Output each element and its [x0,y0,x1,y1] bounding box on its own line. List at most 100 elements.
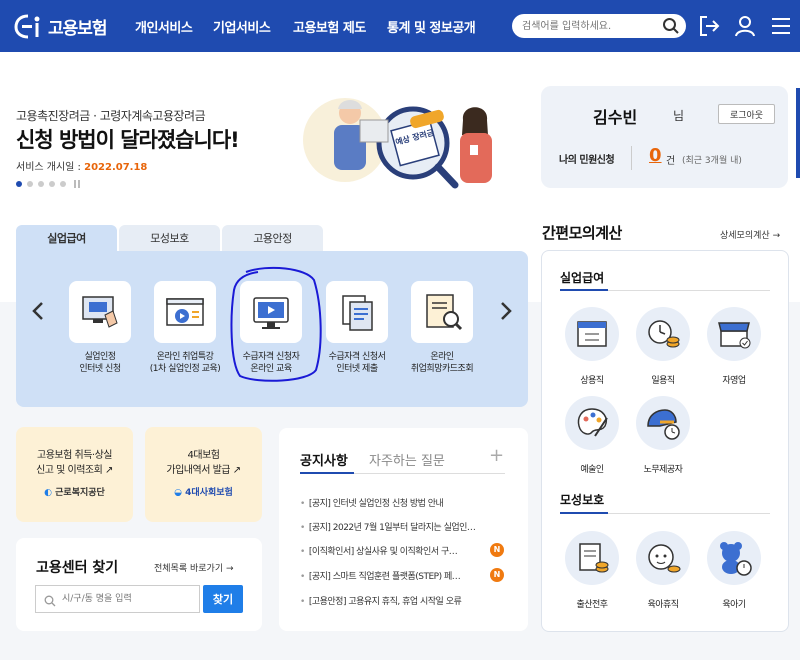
calc-item-label: 상용직 [580,376,604,386]
site-logo[interactable]: 고용보험 [14,12,114,40]
carousel-dot[interactable] [38,181,44,187]
finder-search-button[interactable]: 찾기 [203,585,243,613]
calc-title: 간편모의계산 [542,224,622,242]
new-badge: N [490,568,504,582]
hero-title[interactable]: 신청 방법이 달라졌습니다! [16,124,240,154]
notice-item[interactable]: • [이직확인서] 상실사유 및 이직확인서 구… [300,544,485,557]
search-input[interactable] [522,17,662,35]
finder-all-link[interactable]: 전체목록 바로가기 → [154,561,234,574]
palette-icon [565,396,619,450]
external-link-icon: ↗ [105,465,113,476]
external-link-icon: ↗ [232,465,241,476]
tab-maternity[interactable]: 모성보호 [119,225,220,252]
tab-unemployment[interactable]: 실업급여 [16,225,117,252]
center-finder: 고용센터 찾기 전체목록 바로가기 → 찾기 [16,538,262,631]
tab-notices[interactable]: 공지사항 [300,450,348,469]
carousel-dot[interactable] [49,181,55,187]
calc-detail-link[interactable]: 상세모의계산 → [720,228,780,241]
more-plus-icon[interactable]: + [489,445,504,466]
document-magnifier-icon [411,281,473,343]
calc-maternity-leave[interactable]: 출산전후 [562,531,622,610]
notice-board: 공지사항 자주하는 질문 + • [공지] 인터넷 실업인정 신청 방법 안내 •… [279,428,528,631]
service-application-submit[interactable]: 수급자격 신청서 인터넷 제출 [317,281,397,375]
calc-self-employed[interactable]: 자영업 [704,307,764,386]
quick-label: 고용보험 취득·상실 신고 및 이력조회 ↗ [36,450,113,476]
calc-regular-worker[interactable]: 상용직 [562,307,622,386]
service-online-lecture[interactable]: 온라인 취업특강 (1차 실업인정 교육) [145,281,225,375]
nav-statistics[interactable]: 통계 및 정보공개 [387,17,476,36]
calc-section-title: 실업급여 [560,271,605,285]
user-box: 김수빈 님 로그아웃 나의 민원신청 0 건 (최근 3개월 내) [541,86,788,188]
user-name: 김수빈 [593,108,638,127]
video-lecture-icon [154,281,216,343]
side-scroll-indicator [796,88,800,178]
quick-org-4insure: ◒ 4대사회보험 [174,488,233,498]
document-stack-icon [326,281,388,343]
service-label: 온라인 취업희망카드조회 [410,352,474,374]
calc-item-label: 자영업 [722,376,746,386]
calc-item-label: 육아기 [722,600,746,610]
logout-icon[interactable] [697,14,721,38]
quick-4-insurance-certificate[interactable]: 4대보험 가입내역서 발급 ↗ ◒ 4대사회보험 [145,427,262,522]
notice-item[interactable]: • [공지] 스마트 직업훈련 플랫폼(STEP) 페… [300,569,485,582]
service-unemployment-recognition[interactable]: 실업인정 인터넷 신청 [60,281,140,375]
hero-date: 2022.07.18 [84,162,148,173]
user-name-suffix: 님 [673,109,685,123]
my-applications-label: 나의 민원신청 [559,155,615,166]
carousel-pause-icon[interactable] [74,180,80,188]
tab-faq[interactable]: 자주하는 질문 [369,450,445,469]
calc-childcare-period[interactable]: 육아기 [704,531,764,610]
helmet-clock-icon [636,396,690,450]
calc-item-label: 노무제공자 [643,465,683,475]
tab-employment-stability[interactable]: 고용안정 [222,225,323,252]
top-header: 고용보험 개인서비스 기업서비스 고용보험 제도 통계 및 정보공개 [0,0,800,52]
carousel-dots [16,180,80,188]
service-job-card-inquiry[interactable]: 온라인 취업희망카드조회 [402,281,482,375]
arrow-right-icon: → [225,564,234,574]
my-applications-unit: 건 [666,156,676,167]
hero-illustration: 예상 장려금 [300,85,520,195]
new-badge: N [490,543,504,557]
clock-coins-icon [636,307,690,361]
nav-business[interactable]: 기업서비스 [213,17,271,36]
notice-item[interactable]: • [공지] 2022년 7월 1일부터 달라지는 실업인… [300,520,505,533]
monitor-hand-icon [69,281,131,343]
notice-item[interactable]: • [고용안정] 고용유지 휴직, 휴업 시작일 오류 [300,594,505,607]
nav-personal[interactable]: 개인서비스 [135,17,193,36]
shop-icon [707,307,761,361]
calc-daily-worker[interactable]: 일용직 [633,307,693,386]
carousel-dot[interactable] [27,181,33,187]
user-icon[interactable] [733,14,757,38]
calc-artist[interactable]: 예술인 [562,396,622,475]
my-applications-note: (최근 3개월 내) [682,156,742,166]
service-label: 온라인 취업특강 (1차 실업인정 교육) [149,352,221,374]
divider [631,146,632,170]
annotation-circle [228,266,324,384]
logout-button[interactable]: 로그아웃 [718,104,775,124]
menu-icon[interactable] [769,14,793,38]
prev-arrow-icon[interactable] [31,300,45,328]
logo-text: 고용보험 [48,18,108,39]
calc-parental-leave[interactable]: 육아휴직 [633,531,693,610]
calc-panel: 실업급여 상용직 일용직 자영업 예술인 노무제공자 모성보호 출산전후 육아휴… [541,250,789,632]
calc-item-label: 예술인 [580,465,604,475]
search-icon[interactable] [662,17,680,35]
carousel-dot[interactable] [16,181,22,187]
service-label: 실업인정 인터넷 신청 [79,352,121,374]
notice-item[interactable]: • [공지] 인터넷 실업인정 신청 방법 안내 [300,496,505,509]
hero-subtitle: 고용촉진장려금 · 고령자계속고용장려금 [16,109,206,123]
quick-insurance-history[interactable]: 고용보험 취득·상실 신고 및 이력조회 ↗ ◐ 근로복지공단 [16,427,133,522]
section-underline [560,289,608,291]
logo-mark-icon [14,13,44,39]
finder-input[interactable] [62,591,192,607]
nav-system[interactable]: 고용보험 제도 [293,17,366,36]
my-applications-count[interactable]: 0 [649,145,662,166]
carousel-dot[interactable] [60,181,66,187]
calc-service-provider[interactable]: 노무제공자 [633,396,693,475]
kcomwel-logo-icon: ◐ [44,488,53,498]
arrow-right-icon: → [772,231,781,241]
finder-title: 고용센터 찾기 [36,560,119,576]
calc-section-title: 모성보호 [560,493,605,507]
quick-org-kcomwel: ◐ 근로복지공단 [44,488,105,498]
next-arrow-icon[interactable] [499,300,513,328]
